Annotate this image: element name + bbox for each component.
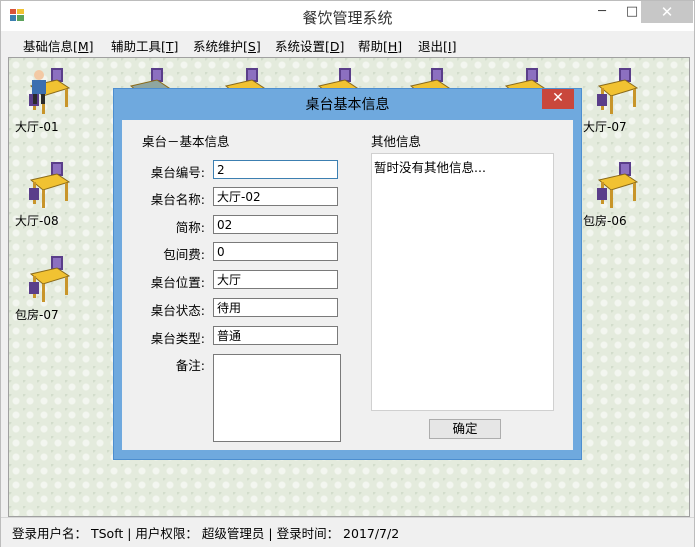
table-label: 大厅-07	[583, 120, 627, 134]
dining-table-icon	[597, 162, 639, 208]
table-number-input[interactable]	[213, 160, 338, 179]
close-button[interactable]: ✕	[641, 1, 693, 23]
table-8[interactable]: 大厅-08	[15, 160, 79, 228]
table-label: 包房-06	[583, 214, 627, 228]
status-text: 登录用户名： TSoft | 用户权限： 超级管理员 | 登录时间： 2017/…	[12, 526, 400, 541]
menu-help[interactable]: 帮助[H]	[358, 36, 402, 55]
field-label-status: 桌台状态:	[150, 303, 205, 318]
menu-settings[interactable]: 系统设置[D]	[275, 36, 344, 55]
menu-bar: 基础信息[M] 辅助工具[T] 系统维护[S] 系统设置[D] 帮助[H] 退出…	[1, 31, 694, 55]
table-label: 包房-07	[15, 308, 59, 322]
title-bar: 餐饮管理系统 ─ □ ✕	[1, 1, 694, 31]
field-label-short: 简称:	[175, 220, 205, 235]
field-label-location: 桌台位置:	[150, 275, 205, 290]
menu-tools[interactable]: 辅助工具[T]	[111, 36, 178, 55]
menu-exit[interactable]: 退出[I]	[418, 36, 456, 55]
dialog-close-button[interactable]: ✕	[542, 89, 574, 109]
field-label-number: 桌台编号:	[150, 165, 205, 180]
dialog-title: 桌台基本信息	[305, 97, 390, 113]
table-info-dialog: 桌台基本信息 ✕ 桌台－基本信息 其他信息 桌台编号: 桌台名称: 简称: 包间…	[113, 88, 582, 460]
other-info-box: 暂时没有其他信息...	[371, 153, 554, 411]
section-other-title: 其他信息	[371, 134, 422, 149]
table-10[interactable]: 包房-07	[15, 254, 79, 322]
room-fee-input[interactable]	[213, 242, 338, 261]
dining-table-icon	[29, 68, 71, 114]
location-input[interactable]	[213, 270, 338, 289]
field-label-remark: 备注:	[175, 358, 205, 373]
field-label-room-fee: 包间费:	[163, 247, 205, 262]
type-input[interactable]	[213, 326, 338, 345]
status-bar: 登录用户名： TSoft | 用户权限： 超级管理员 | 登录时间： 2017/…	[1, 517, 694, 547]
dining-table-icon	[597, 68, 639, 114]
table-9[interactable]: 包房-06	[583, 160, 647, 228]
status-input[interactable]	[213, 298, 338, 317]
table-name-input[interactable]	[213, 187, 338, 206]
dialog-body: 桌台－基本信息 其他信息 桌台编号: 桌台名称: 简称: 包间费: 桌台位置: …	[122, 120, 573, 450]
dining-table-icon	[29, 256, 71, 302]
field-label-name: 桌台名称:	[150, 192, 205, 207]
ok-button[interactable]: 确定	[429, 419, 501, 439]
table-label: 大厅-08	[15, 214, 59, 228]
section-basic-title: 桌台－基本信息	[142, 134, 230, 149]
minimize-button[interactable]: ─	[587, 1, 617, 23]
table-1[interactable]: 大厅-01	[15, 66, 79, 134]
table-label: 大厅-01	[15, 120, 59, 134]
short-name-input[interactable]	[213, 215, 338, 234]
table-7[interactable]: 大厅-07	[583, 66, 647, 134]
dining-table-icon	[29, 162, 71, 208]
field-label-type: 桌台类型:	[150, 331, 205, 346]
menu-maintenance[interactable]: 系统维护[S]	[193, 36, 261, 55]
menu-basic-info[interactable]: 基础信息[M]	[23, 36, 94, 55]
remark-textarea[interactable]	[213, 354, 341, 442]
